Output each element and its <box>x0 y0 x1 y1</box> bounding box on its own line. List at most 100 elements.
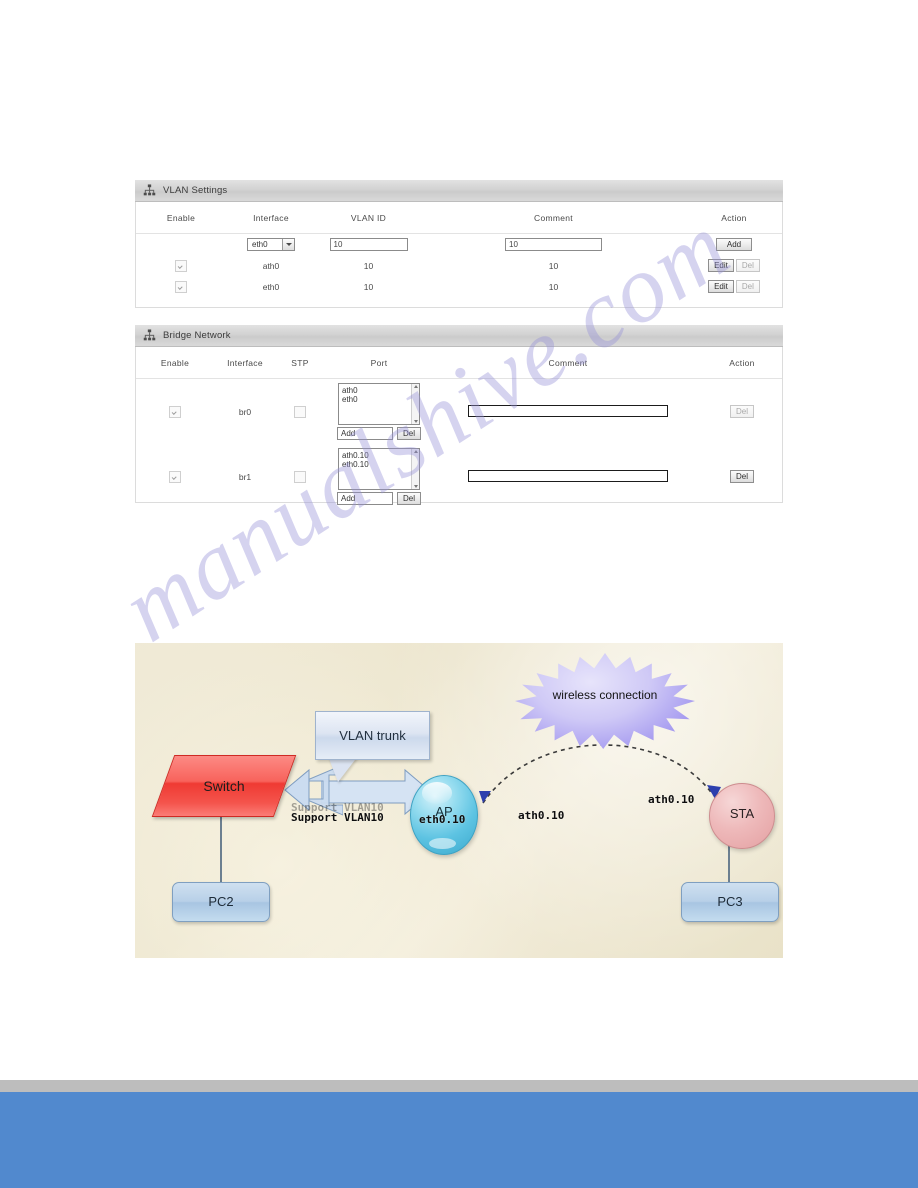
listbox-scrollbar[interactable] <box>411 384 419 424</box>
vlan-interface-select-value: eth0 <box>252 240 268 249</box>
bridge-network-body: Enable Interface STP Port Comment Action… <box>135 347 783 505</box>
vlan-table-header-row: Enable Interface VLAN ID Comment Action <box>136 202 782 234</box>
bridge-row-stp-cell <box>276 379 324 445</box>
vlan-add-button[interactable]: Add <box>716 238 752 251</box>
list-item[interactable]: ath0.10 <box>342 451 416 460</box>
bridge-network-panel: Bridge Network Enable Interface STP Port… <box>135 325 783 505</box>
bridge-comment-input[interactable] <box>468 404 668 417</box>
vlan-interface-select[interactable]: eth0 <box>247 238 295 251</box>
bridge-comment-input[interactable] <box>468 469 668 482</box>
vlan-comment-input[interactable]: 10 <box>505 238 602 251</box>
bridge-port-listbox[interactable]: ath0 eth0 <box>338 383 420 425</box>
bridge-row-port-cell: ath0.10 eth0.10 Add Del <box>324 444 434 509</box>
bridge-row-comment-cell <box>434 444 702 509</box>
bridge-row-enable-checkbox[interactable] <box>169 470 181 483</box>
bridge-port-del-button[interactable]: Del <box>396 492 421 505</box>
bridge-row-port-cell: ath0 eth0 Add Del <box>324 379 434 445</box>
vlan-row-comment: 10 <box>548 260 559 271</box>
bridge-del-button[interactable]: Del <box>729 405 754 418</box>
scroll-up-icon[interactable] <box>413 385 418 388</box>
bridge-port-del-button[interactable]: Del <box>396 427 421 440</box>
sitemap-icon <box>143 329 156 341</box>
bridge-port-add-select[interactable]: Add <box>336 427 393 440</box>
table-row: eth0 10 10 Edit Del <box>136 276 782 297</box>
scroll-up-icon[interactable] <box>413 450 418 453</box>
vlan-row-vlanid: 10 <box>363 281 374 292</box>
vlan-settings-body: Enable Interface VLAN ID Comment Action … <box>135 202 783 308</box>
vlan-row-enable-checkbox[interactable] <box>175 280 187 293</box>
vlan-row-action-cell: Edit Del <box>686 276 782 297</box>
vlan-col-enable: Enable <box>136 202 226 234</box>
bridge-row-stp-checkbox[interactable] <box>294 405 306 418</box>
bridge-col-port: Port <box>324 347 434 379</box>
bridge-row-enable-checkbox[interactable] <box>169 405 181 418</box>
vlan-new-comment-cell: 10 <box>421 234 686 256</box>
bridge-row-interface: br1 <box>238 471 252 482</box>
node-switch-label: Switch <box>203 778 245 794</box>
vlan-new-vlanid-cell: 10 <box>316 234 421 256</box>
bridge-col-interface: Interface <box>214 347 276 379</box>
wire-switch-pc2 <box>220 813 222 885</box>
node-sta-label: STA <box>729 806 755 821</box>
node-sta: STA <box>709 783 775 849</box>
footer-blue-bar <box>0 1092 918 1188</box>
vlan-new-action-cell: Add <box>686 234 782 256</box>
list-item[interactable]: eth0 <box>342 395 416 404</box>
bridge-row-action-cell: Del <box>702 379 782 445</box>
vlan-edit-button[interactable]: Edit <box>708 259 734 272</box>
sitemap-icon <box>143 184 156 196</box>
vlan-new-enable-cell <box>136 234 226 256</box>
list-item[interactable]: ath0 <box>342 386 416 395</box>
vlan-del-button[interactable]: Del <box>735 280 760 293</box>
vlan-settings-table: Enable Interface VLAN ID Comment Action … <box>136 202 782 297</box>
vlan-col-action: Action <box>686 202 782 234</box>
wire-sta-pc3 <box>728 845 730 885</box>
vlan-row-enable-checkbox[interactable] <box>175 259 187 272</box>
bridge-row-interface: br0 <box>238 406 252 417</box>
bridge-port-add-select[interactable]: Add <box>336 492 393 505</box>
vlan-row-action-cell: Edit Del <box>686 255 782 276</box>
bridge-row-enable-cell <box>136 379 214 445</box>
vlan-id-input[interactable]: 10 <box>329 238 408 251</box>
vlan-trunk-callout: VLAN trunk <box>315 711 430 760</box>
bridge-port-add-select-value: Add <box>340 494 356 503</box>
bridge-network-header: Bridge Network <box>135 325 783 347</box>
vlan-row-interface: ath0 <box>262 260 280 271</box>
vlan-new-interface-cell: eth0 <box>226 234 316 256</box>
node-switch: Switch <box>151 755 297 817</box>
bridge-row-action-cell: Del <box>702 444 782 509</box>
vlan-del-button[interactable]: Del <box>735 259 760 272</box>
vlan-row-comment: 10 <box>548 281 559 292</box>
bridge-port-listbox[interactable]: ath0.10 eth0.10 <box>338 448 420 490</box>
vlan-row-enable-cell <box>136 276 226 297</box>
list-item[interactable]: eth0.10 <box>342 460 416 469</box>
bridge-network-table: Enable Interface STP Port Comment Action… <box>136 347 782 509</box>
vlan-settings-header: VLAN Settings <box>135 180 783 202</box>
footer-gray-bar <box>0 1080 918 1092</box>
sta-ath-vlan-label: ath0.10 <box>648 793 695 806</box>
scroll-down-icon[interactable] <box>413 485 418 488</box>
ap-gloss-highlight <box>421 782 452 805</box>
table-row: ath0 10 10 Edit Del <box>136 255 782 276</box>
vlan-edit-button[interactable]: Edit <box>708 280 734 293</box>
bridge-row-stp-cell <box>276 444 324 509</box>
ap-ath-vlan-label: ath0.10 <box>518 809 565 822</box>
network-topology-diagram: wireless connection VLAN trunk Switch AP… <box>135 643 783 958</box>
bridge-row-stp-checkbox[interactable] <box>294 470 306 483</box>
bridge-col-comment: Comment <box>434 347 702 379</box>
vlan-col-comment: Comment <box>421 202 686 234</box>
bridge-col-action: Action <box>702 347 782 379</box>
bridge-port-controls: Add Del <box>324 492 434 505</box>
vlan-settings-panel: VLAN Settings Enable Interface VLAN ID C… <box>135 180 783 308</box>
bridge-port-add-select-value: Add <box>340 429 356 438</box>
node-pc3-label: PC3 <box>717 894 743 909</box>
bridge-del-button[interactable]: Del <box>729 470 754 483</box>
bridge-table-header-row: Enable Interface STP Port Comment Action <box>136 347 782 379</box>
ap-gloss-bottom <box>429 838 456 850</box>
vlan-col-vlanid: VLAN ID <box>316 202 421 234</box>
scroll-down-icon[interactable] <box>413 420 418 423</box>
vlan-new-entry-row: eth0 10 10 Add <box>136 234 782 256</box>
vlan-trunk-callout-label: VLAN trunk <box>339 728 406 743</box>
vlan-col-interface: Interface <box>226 202 316 234</box>
listbox-scrollbar[interactable] <box>411 449 419 489</box>
